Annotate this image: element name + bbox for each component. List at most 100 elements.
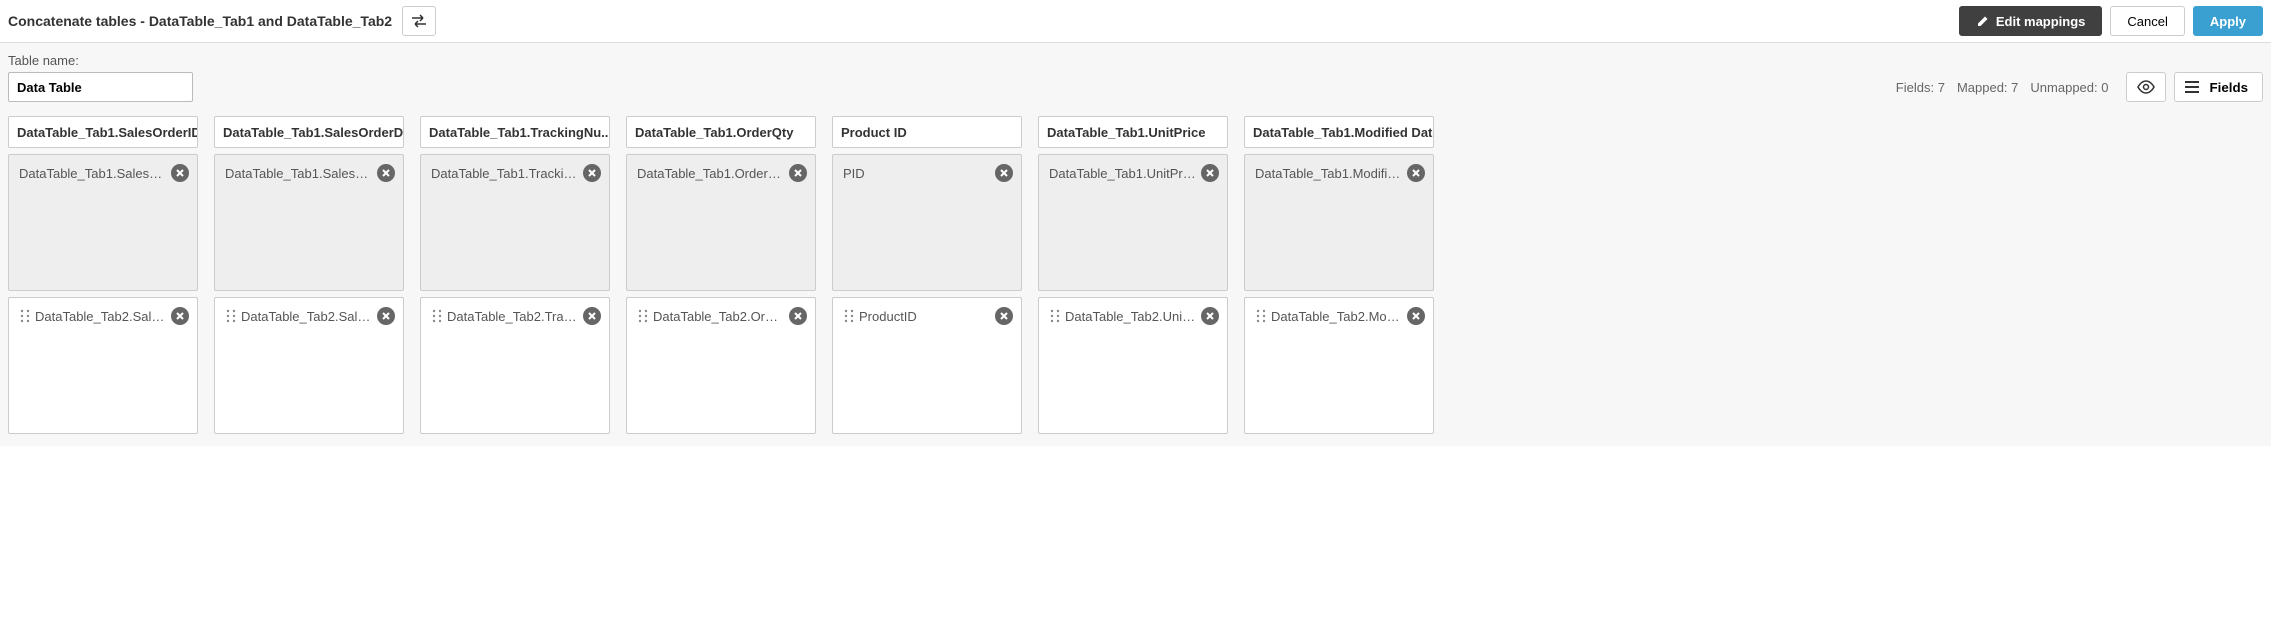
- column-header[interactable]: DataTable_Tab1.Modified Date: [1244, 116, 1434, 148]
- remove-icon[interactable]: [789, 307, 807, 325]
- field-chip-label: DataTable_Tab2.Sales...: [35, 309, 167, 324]
- remove-icon[interactable]: [583, 307, 601, 325]
- drag-handle-icon[interactable]: [637, 309, 649, 323]
- field-chip-label: DataTable_Tab2.Tracki...: [447, 309, 579, 324]
- mapping-column: DataTable_Tab1.TrackingNu... DataTable_T…: [420, 116, 610, 434]
- field-chip[interactable]: PID: [837, 159, 1017, 187]
- column-header[interactable]: DataTable_Tab1.SalesOrderID: [8, 116, 198, 148]
- header-bar: Concatenate tables - DataTable_Tab1 and …: [0, 0, 2271, 43]
- mapping-column: DataTable_Tab1.Modified Date DataTable_T…: [1244, 116, 1434, 434]
- drag-handle-icon[interactable]: [225, 309, 237, 323]
- source-panel-bottom: DataTable_Tab2.Order...: [626, 297, 816, 434]
- field-chip-label: DataTable_Tab1.UnitPrice: [1049, 166, 1197, 181]
- remove-icon[interactable]: [377, 164, 395, 182]
- field-chip-label: DataTable_Tab2.UnitPr...: [1065, 309, 1197, 324]
- field-chip-label: DataTable_Tab1.SalesOrd...: [225, 166, 373, 181]
- source-panel-bottom: DataTable_Tab2.Tracki...: [420, 297, 610, 434]
- source-panel-top: DataTable_Tab1.TrackingN...: [420, 154, 610, 291]
- unmapped-stat: Unmapped: 0: [2030, 80, 2108, 95]
- field-chip-label: ProductID: [859, 309, 991, 324]
- mapping-column: DataTable_Tab1.UnitPrice DataTable_Tab1.…: [1038, 116, 1228, 434]
- remove-icon[interactable]: [789, 164, 807, 182]
- apply-label: Apply: [2210, 14, 2246, 29]
- source-panel-top: DataTable_Tab1.UnitPrice: [1038, 154, 1228, 291]
- field-chip-label: PID: [843, 166, 991, 181]
- table-name-input[interactable]: [8, 72, 193, 102]
- field-chip[interactable]: DataTable_Tab2.Modifi...: [1249, 302, 1429, 330]
- remove-icon[interactable]: [1407, 164, 1425, 182]
- field-chip-label: DataTable_Tab1.TrackingN...: [431, 166, 579, 181]
- field-chip[interactable]: DataTable_Tab1.SalesOrd...: [13, 159, 193, 187]
- column-header[interactable]: DataTable_Tab1.OrderQty: [626, 116, 816, 148]
- swap-icon: [411, 14, 427, 28]
- edit-mappings-label: Edit mappings: [1996, 14, 2086, 29]
- mapping-column: DataTable_Tab1.SalesOrderD... DataTable_…: [214, 116, 404, 434]
- subheader: Table name: Fields: 7 Mapped: 7 Unmapped…: [0, 43, 2271, 106]
- source-panel-top: PID: [832, 154, 1022, 291]
- field-chip[interactable]: DataTable_Tab1.TrackingN...: [425, 159, 605, 187]
- remove-icon[interactable]: [995, 307, 1013, 325]
- drag-handle-icon[interactable]: [843, 309, 855, 323]
- source-panel-bottom: DataTable_Tab2.Sales...: [214, 297, 404, 434]
- source-panel-top: DataTable_Tab1.SalesOrd...: [8, 154, 198, 291]
- field-chip[interactable]: DataTable_Tab2.Sales...: [219, 302, 399, 330]
- mapping-column: Product ID PID ProductID: [832, 116, 1022, 434]
- columns-area: DataTable_Tab1.SalesOrderID DataTable_Ta…: [0, 106, 2271, 446]
- remove-icon[interactable]: [171, 164, 189, 182]
- column-header[interactable]: DataTable_Tab1.TrackingNu...: [420, 116, 610, 148]
- field-chip[interactable]: DataTable_Tab2.Sales...: [13, 302, 193, 330]
- field-chip[interactable]: DataTable_Tab2.UnitPr...: [1043, 302, 1223, 330]
- field-chip[interactable]: DataTable_Tab1.UnitPrice: [1043, 159, 1223, 187]
- remove-icon[interactable]: [1201, 164, 1219, 182]
- eye-icon: [2136, 80, 2156, 94]
- column-header[interactable]: Product ID: [832, 116, 1022, 148]
- source-panel-bottom: DataTable_Tab2.Sales...: [8, 297, 198, 434]
- remove-icon[interactable]: [1407, 307, 1425, 325]
- drag-handle-icon[interactable]: [19, 309, 31, 323]
- fields-menu-label: Fields: [2209, 80, 2248, 95]
- cancel-button[interactable]: Cancel: [2110, 6, 2184, 36]
- column-header[interactable]: DataTable_Tab1.UnitPrice: [1038, 116, 1228, 148]
- field-chip[interactable]: DataTable_Tab1.OrderQty: [631, 159, 811, 187]
- fields-stat: Fields: 7: [1896, 80, 1945, 95]
- page-title: Concatenate tables - DataTable_Tab1 and …: [8, 13, 392, 29]
- preview-button[interactable]: [2126, 72, 2166, 102]
- swap-order-button[interactable]: [402, 6, 436, 36]
- field-chip-label: DataTable_Tab2.Sales...: [241, 309, 373, 324]
- drag-handle-icon[interactable]: [431, 309, 443, 323]
- field-chip[interactable]: DataTable_Tab1.SalesOrd...: [219, 159, 399, 187]
- remove-icon[interactable]: [377, 307, 395, 325]
- remove-icon[interactable]: [171, 307, 189, 325]
- column-header[interactable]: DataTable_Tab1.SalesOrderD...: [214, 116, 404, 148]
- pencil-icon: [1976, 14, 1990, 28]
- source-panel-top: DataTable_Tab1.Modified ...: [1244, 154, 1434, 291]
- fields-menu-button[interactable]: Fields: [2174, 72, 2263, 102]
- source-panel-bottom: DataTable_Tab2.Modifi...: [1244, 297, 1434, 434]
- drag-handle-icon[interactable]: [1049, 309, 1061, 323]
- edit-mappings-button[interactable]: Edit mappings: [1959, 6, 2103, 36]
- field-chip-label: DataTable_Tab1.SalesOrd...: [19, 166, 167, 181]
- field-chip[interactable]: ProductID: [837, 302, 1017, 330]
- list-icon: [2185, 81, 2199, 93]
- table-name-label: Table name:: [8, 53, 2263, 68]
- apply-button[interactable]: Apply: [2193, 6, 2263, 36]
- remove-icon[interactable]: [995, 164, 1013, 182]
- field-chip-label: DataTable_Tab2.Modifi...: [1271, 309, 1403, 324]
- field-chip-label: DataTable_Tab1.Modified ...: [1255, 166, 1403, 181]
- drag-handle-icon[interactable]: [1255, 309, 1267, 323]
- mapping-column: DataTable_Tab1.OrderQty DataTable_Tab1.O…: [626, 116, 816, 434]
- field-chip-label: DataTable_Tab1.OrderQty: [637, 166, 785, 181]
- cancel-label: Cancel: [2127, 14, 2167, 29]
- remove-icon[interactable]: [1201, 307, 1219, 325]
- source-panel-top: DataTable_Tab1.SalesOrd...: [214, 154, 404, 291]
- field-chip[interactable]: DataTable_Tab2.Order...: [631, 302, 811, 330]
- field-chip[interactable]: DataTable_Tab1.Modified ...: [1249, 159, 1429, 187]
- field-chip[interactable]: DataTable_Tab2.Tracki...: [425, 302, 605, 330]
- mapping-column: DataTable_Tab1.SalesOrderID DataTable_Ta…: [8, 116, 198, 434]
- source-panel-bottom: DataTable_Tab2.UnitPr...: [1038, 297, 1228, 434]
- source-panel-bottom: ProductID: [832, 297, 1022, 434]
- remove-icon[interactable]: [583, 164, 601, 182]
- source-panel-top: DataTable_Tab1.OrderQty: [626, 154, 816, 291]
- field-chip-label: DataTable_Tab2.Order...: [653, 309, 785, 324]
- mapped-stat: Mapped: 7: [1957, 80, 2018, 95]
